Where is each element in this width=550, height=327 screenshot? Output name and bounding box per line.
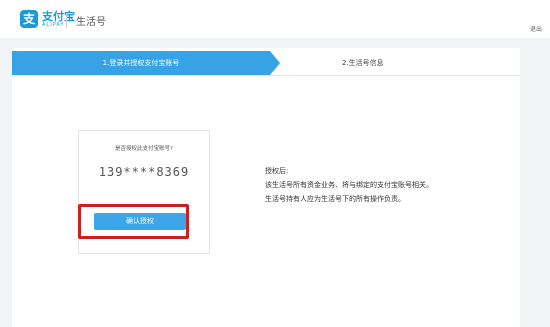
alipay-logo-icon: 支 (20, 10, 38, 28)
step-progress: 1.登录并授权支付宝账号 2.生活号信息 (12, 51, 520, 76)
account-number: 139****8369 (98, 165, 190, 179)
info-line: 该生活号所有资金业务、将与绑定的支付宝账号相关。 (265, 181, 433, 189)
logout-link[interactable]: 退出 (530, 24, 542, 33)
logo-text-cn: 支付宝 (42, 9, 75, 23)
main-area: 1.登录并授权支付宝账号 2.生活号信息 是否授权此支付宝账号? 139****… (0, 38, 550, 327)
step-1-label: 1.登录并授权支付宝账号 (102, 59, 180, 67)
app-title: 生活号 (76, 17, 106, 28)
highlight-annotation-box (78, 204, 189, 239)
top-bar: 支 支付宝 ALIPAY 生活号 退出 (0, 0, 550, 39)
header-divider (66, 14, 67, 28)
step-2-label: 2.生活号信息 (342, 59, 384, 67)
authorization-question: 是否授权此支付宝账号? (115, 146, 173, 152)
info-line: 授权后: (265, 167, 289, 175)
content-card: 1.登录并授权支付宝账号 2.生活号信息 是否授权此支付宝账号? 139****… (12, 48, 520, 327)
logo-text: 支付宝 ALIPAY (42, 11, 75, 28)
info-line: 生活号持有人应为生活号下的所有操作负责。 (265, 195, 405, 203)
authorization-info: 授权后: 该生活号所有资金业务、将与绑定的支付宝账号相关。 生活号持有人应为生活… (265, 164, 433, 206)
logo-text-en: ALIPAY (42, 21, 65, 28)
step-1-arrow (270, 51, 280, 75)
